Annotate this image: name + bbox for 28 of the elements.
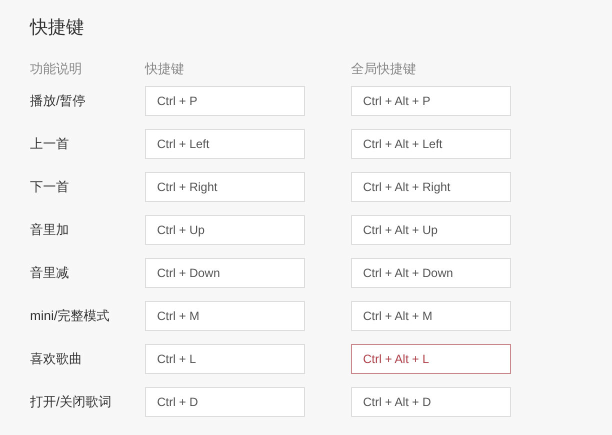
shortcut-field[interactable]: Ctrl + Alt + Down <box>351 258 511 288</box>
shortcut-field[interactable]: Ctrl + Alt + L <box>351 344 511 374</box>
action-label: 打开/关闭歌词 <box>30 394 112 408</box>
shortcut-field[interactable]: Ctrl + Alt + P <box>351 86 511 116</box>
section-title: 快捷键 <box>30 16 84 39</box>
action-label: 播放/暂停 <box>30 92 86 108</box>
shortcut-field[interactable]: Ctrl + Alt + M <box>351 300 511 330</box>
shortcut-field[interactable]: Ctrl + Down <box>145 258 305 288</box>
shortcut-field[interactable]: Ctrl + Alt + Up <box>351 214 511 244</box>
shortcut-field[interactable]: Ctrl + Right <box>145 172 305 202</box>
action-label: 喜欢歌曲 <box>30 350 82 366</box>
column-header: 功能说明 <box>30 61 82 76</box>
shortcut-field[interactable]: Ctrl + Alt + Left <box>351 128 511 158</box>
shortcut-field[interactable]: Ctrl + P <box>145 86 305 116</box>
shortcut-field[interactable]: Ctrl + D <box>145 386 305 416</box>
column-header: 快捷键 <box>145 61 184 76</box>
shortcut-field[interactable]: Ctrl + L <box>145 344 305 374</box>
shortcut-field[interactable]: Ctrl + Up <box>145 214 305 244</box>
action-label: 上一首 <box>30 136 69 150</box>
action-label: 音里减 <box>30 264 69 280</box>
action-label: mini/完整模式 <box>30 308 110 322</box>
shortcut-field[interactable]: Ctrl + Alt + D <box>351 386 511 416</box>
shortcut-field[interactable]: Ctrl + Alt + Right <box>351 172 511 202</box>
action-label: 音里加 <box>30 222 69 236</box>
column-header: 全局快捷键 <box>351 61 416 76</box>
shortcut-field[interactable]: Ctrl + M <box>145 300 305 330</box>
shortcut-field[interactable]: Ctrl + Left <box>145 128 305 158</box>
action-label: 下一首 <box>30 178 69 194</box>
